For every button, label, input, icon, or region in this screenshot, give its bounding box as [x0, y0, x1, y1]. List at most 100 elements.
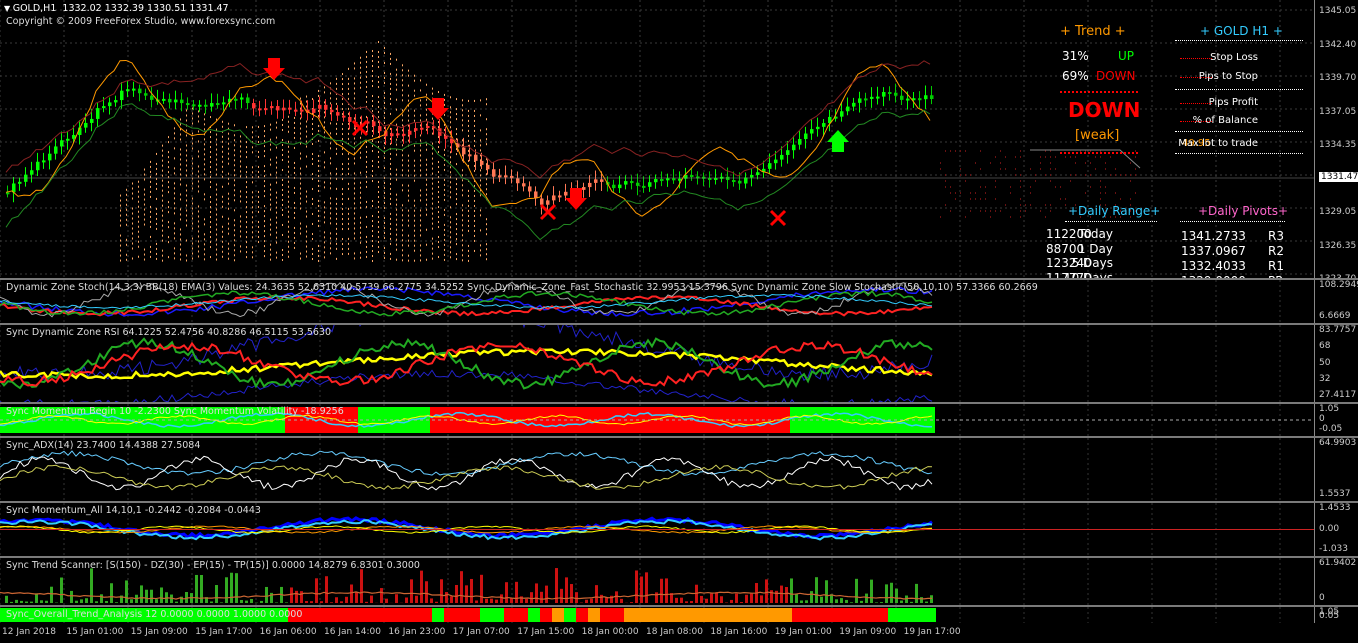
time-tick: 16 Jan 06:00	[259, 627, 317, 637]
candle	[150, 95, 154, 100]
indicator-tick: 6.6669	[1319, 311, 1351, 321]
candle	[126, 89, 130, 92]
candle	[906, 98, 910, 101]
candle	[642, 185, 646, 188]
indicator-label: Sync Momentum_All 14,10,1 -0.2442 -0.208…	[6, 505, 261, 516]
indicator-scale[interactable]: 64.9903 1.5537	[1314, 438, 1358, 501]
candle	[552, 195, 556, 201]
indicator-tick: 108.2949	[1319, 280, 1358, 290]
time-tick: 18 Jan 00:00	[581, 627, 639, 637]
indicator-tick: 0	[1319, 414, 1325, 424]
price-tick: 1342.40	[1319, 39, 1357, 50]
sell-arrow-icon	[263, 58, 285, 80]
candle	[636, 182, 640, 186]
candle	[84, 122, 88, 128]
range-label: 1 Day	[1077, 241, 1113, 256]
candle	[270, 106, 274, 109]
trend-divider-bottom	[1060, 152, 1138, 154]
indicator-tick: 1.4533	[1319, 503, 1351, 513]
indicator-scale[interactable]: 1.4533 0.00 -1.033	[1314, 503, 1358, 556]
candle	[390, 133, 394, 137]
indicator-tick: 1.5537	[1319, 489, 1351, 499]
candle	[324, 104, 328, 110]
candle	[750, 174, 754, 178]
candle	[540, 198, 544, 205]
dropdown-arrow-icon[interactable]: ▼	[4, 4, 13, 13]
indicator-tick: 32	[1319, 373, 1331, 384]
indicator-scale[interactable]: 108.2949 6.6669	[1314, 280, 1358, 323]
candle	[492, 169, 496, 177]
candle	[846, 106, 850, 112]
indicator-scale[interactable]: 61.9402 0	[1314, 558, 1358, 605]
candle	[798, 139, 802, 145]
pivot-value: 1341.2733	[1181, 229, 1246, 243]
indicator-pane-5[interactable]: Sync Momentum_All 14,10,1 -0.2442 -0.208…	[0, 503, 1314, 556]
indicator-tick: -1.033	[1319, 544, 1349, 554]
indicator-scale[interactable]: 83.7757 68 50 32 27.4117	[1314, 325, 1358, 402]
indicator-pane-7[interactable]: Sync_Overall_Trend_Analysis 12 0.0000 0.…	[0, 607, 1314, 623]
indicator-pane-1[interactable]: Dynamic Zone Stoch(14,3,3) BB(18) EMA(3)…	[0, 280, 1314, 323]
candle	[618, 184, 622, 189]
symbol-header: ▼ GOLD,H1 1332.02 1332.39 1330.51 1331.4…	[4, 3, 229, 14]
price-tick: 1339.70	[1319, 73, 1357, 83]
time-tick: 19 Jan 09:00	[839, 627, 897, 637]
indicator-pane-6[interactable]: Sync Trend Scanner: [S(150) - DZ(30) - E…	[0, 558, 1314, 605]
candle	[372, 121, 376, 127]
pivot-label: R1	[1268, 259, 1284, 273]
candle	[252, 103, 256, 109]
candle	[900, 95, 904, 100]
pips-profit-line	[1180, 103, 1212, 104]
candle	[90, 118, 94, 123]
time-tick: 16 Jan 14:00	[324, 627, 381, 637]
main-chart-pane[interactable]: ▼ GOLD,H1 1332.02 1332.39 1330.51 1331.4…	[0, 0, 1314, 278]
candle	[660, 179, 664, 182]
gold-divider-4	[1175, 153, 1303, 154]
candle	[672, 178, 676, 181]
candle	[786, 150, 790, 155]
candle	[300, 109, 304, 112]
candle	[408, 130, 412, 135]
candle	[18, 181, 22, 184]
candle	[546, 200, 550, 205]
gold-divider-3	[1175, 131, 1303, 132]
price-tick: 1337.05	[1319, 106, 1357, 117]
candle	[144, 93, 148, 96]
candle	[624, 181, 628, 185]
candle	[930, 95, 934, 99]
candle	[774, 159, 778, 164]
indicator-label: Sync_ADX(14) 23.7400 14.4388 27.5084	[6, 440, 201, 451]
candle	[852, 102, 856, 107]
price-tick: 1326.35	[1319, 240, 1357, 251]
indicator-pane-2[interactable]: Sync Dynamic Zone RSI 64.1225 52.4756 40…	[0, 325, 1314, 402]
candle	[726, 176, 730, 181]
indicator-tick: 83.7757	[1319, 325, 1357, 335]
indicator-pane-3[interactable]: Sync Momentum Begin 10 -2.2300 Sync Mome…	[0, 404, 1314, 436]
pips-to-stop-line	[1180, 77, 1212, 78]
pivot-value: 1332.4033	[1181, 259, 1246, 273]
candle	[342, 115, 346, 118]
candle	[420, 127, 424, 130]
indicator-scale[interactable]: 1.05 0 -0.05	[1314, 404, 1358, 436]
candle	[444, 135, 448, 139]
trend-up-pct: 31%	[1062, 49, 1089, 63]
indicator-scale[interactable]: 1.05 0.05	[1314, 607, 1358, 623]
candle	[108, 102, 112, 107]
candle	[396, 133, 400, 136]
price-tick: 1345.05	[1319, 6, 1357, 16]
indicator-tick: 50	[1319, 357, 1331, 368]
indicator-pane-4[interactable]: Sync_ADX(14) 23.7400 14.4388 27.5084	[0, 438, 1314, 501]
candle	[168, 98, 172, 103]
trend-divider-top	[1060, 91, 1138, 93]
gold-panel-title: + GOLD H1 +	[1200, 24, 1283, 38]
candle	[258, 108, 262, 111]
candle	[558, 195, 562, 198]
candle	[768, 163, 772, 169]
price-scale[interactable]: 1345.05 1342.40 1339.70 1337.05 1334.35 1331.…	[1314, 0, 1358, 284]
candle	[246, 97, 250, 104]
daily-pivots-title: +Daily Pivots+	[1198, 204, 1288, 218]
candle	[894, 92, 898, 96]
time-tick: 15 Jan 09:00	[130, 627, 188, 637]
candle	[804, 133, 808, 140]
copyright-text: Copyright © 2009 FreeForex Studio, www.f…	[6, 16, 276, 27]
candle	[348, 116, 352, 122]
